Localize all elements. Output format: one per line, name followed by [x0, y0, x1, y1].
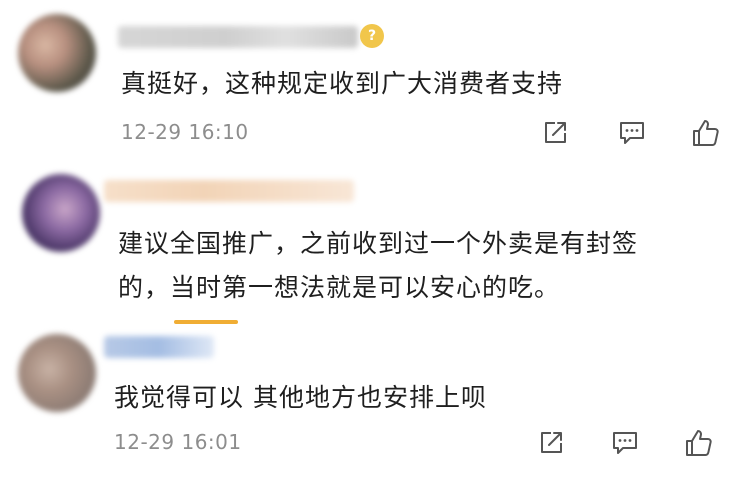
share-icon [541, 432, 562, 453]
avatar[interactable] [18, 334, 96, 412]
comment-icon [620, 122, 644, 144]
comment-text: 建议全国推广，之前收到过一个外卖是有封签 的，当时第一想法就是可以安心的吃。 [118, 222, 718, 310]
comment-timestamp: 12-29 16:10 [121, 120, 249, 144]
share-button[interactable] [536, 114, 574, 152]
comment-text: 我觉得可以 其他地方也安排上呗 [114, 383, 487, 412]
share-button[interactable] [532, 424, 570, 462]
username-blurred[interactable] [104, 336, 214, 358]
reply-button[interactable] [613, 114, 651, 152]
comment-item: 建议全国推广，之前收到过一个外卖是有封签 的，当时第一想法就是可以安心的吃。 [0, 160, 750, 324]
comment-text-line: 的，当时第一想法就是可以安心的吃。 [118, 273, 561, 302]
username-blurred[interactable] [104, 180, 354, 202]
comment-timestamp: 12-29 16:01 [114, 430, 242, 454]
comment-feed: ? 真挺好，这种规定收到广大消费者支持 12-29 16:10 建议全国推广，之… [0, 0, 750, 487]
user-badge-icon: ? [360, 24, 384, 48]
like-button[interactable] [687, 114, 725, 152]
avatar[interactable] [22, 174, 100, 252]
comment-text-line: 建议全国推广，之前收到过一个外卖是有封签 [118, 229, 639, 258]
avatar[interactable] [18, 14, 96, 92]
comment-icon [613, 432, 637, 454]
comment-item: 我觉得可以 其他地方也安排上呗 12-29 16:01 [0, 322, 750, 487]
reply-button[interactable] [606, 424, 644, 462]
share-icon [545, 122, 566, 143]
like-button[interactable] [680, 424, 718, 462]
thumbs-up-icon [686, 430, 712, 456]
username-blurred[interactable] [118, 26, 358, 48]
thumbs-up-icon [693, 120, 719, 146]
comment-text: 真挺好，这种规定收到广大消费者支持 [121, 69, 564, 98]
comment-item: ? 真挺好，这种规定收到广大消费者支持 12-29 16:10 [0, 0, 750, 160]
